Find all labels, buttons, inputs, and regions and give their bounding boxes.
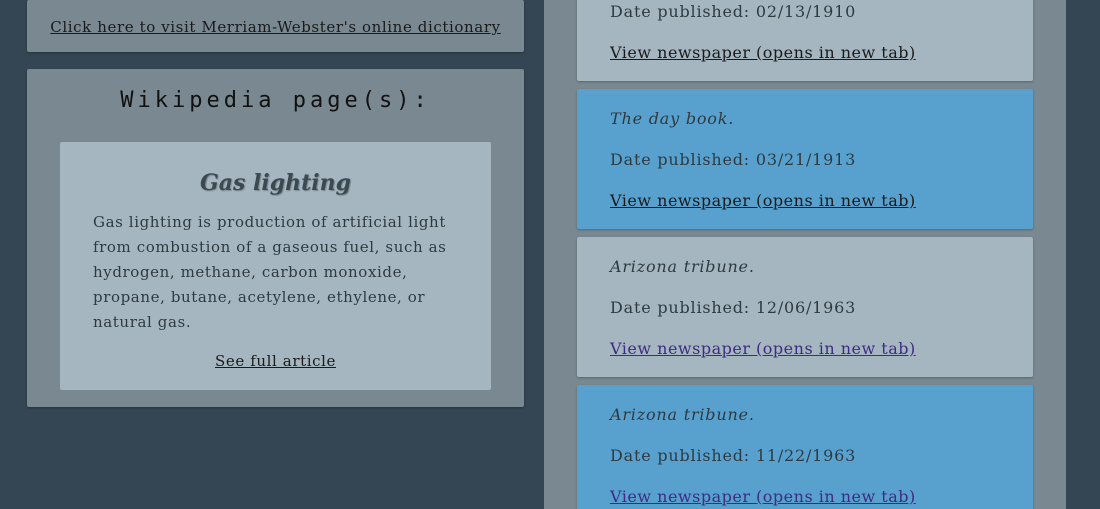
newspaper-card: Arizona tribune. Date published: 12/06/1… — [577, 237, 1033, 377]
merriam-webster-card: Click here to visit Merriam-Webster's on… — [27, 0, 524, 52]
view-newspaper-link[interactable]: View newspaper (opens in new tab) — [610, 191, 916, 210]
newspaper-name: Arizona tribune. — [610, 405, 755, 424]
newspaper-card: The day book. Date published: 03/21/1913… — [577, 89, 1033, 229]
newspaper-date: Date published: 03/21/1913 — [610, 150, 857, 169]
view-newspaper-link[interactable]: View newspaper (opens in new tab) — [610, 43, 916, 62]
wikipedia-article-title: Gas lighting — [199, 170, 352, 196]
wikipedia-card: Wikipedia page(s): Gas lighting Gas ligh… — [27, 69, 524, 407]
newspaper-date: Date published: 11/22/1963 — [610, 446, 857, 465]
view-newspaper-link[interactable]: View newspaper (opens in new tab) — [610, 487, 916, 506]
page: Click here to visit Merriam-Webster's on… — [0, 0, 1100, 509]
see-full-article-link[interactable]: See full article — [60, 352, 491, 370]
merriam-webster-link[interactable]: Click here to visit Merriam-Webster's on… — [27, 18, 524, 36]
newspaper-name: The day book. — [610, 109, 735, 128]
newspaper-card: Arizona tribune. Date published: 11/22/1… — [577, 385, 1033, 509]
newspaper-date: Date published: 02/13/1910 — [610, 2, 857, 21]
wikipedia-heading: Wikipedia page(s): — [120, 88, 431, 113]
wikipedia-article-card: Gas lighting Gas lighting is production … — [60, 142, 491, 390]
view-newspaper-link[interactable]: View newspaper (opens in new tab) — [610, 339, 916, 358]
newspaper-name: Arizona tribune. — [610, 257, 755, 276]
newspaper-card: Date published: 02/13/1910 View newspape… — [577, 0, 1033, 81]
newspaper-results-panel: Date published: 02/13/1910 View newspape… — [544, 0, 1066, 509]
wikipedia-article-summary: Gas lighting is production of artificial… — [93, 213, 447, 331]
newspaper-date: Date published: 12/06/1963 — [610, 298, 857, 317]
